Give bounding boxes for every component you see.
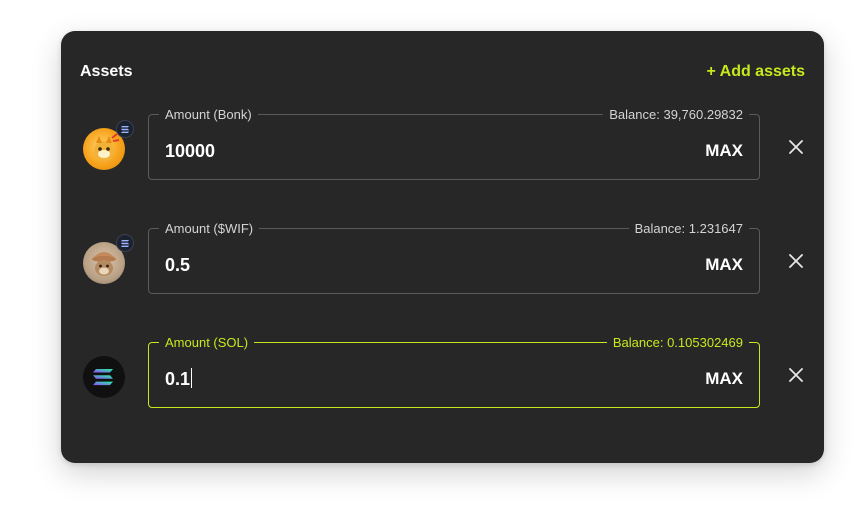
assets-title: Assets	[80, 63, 133, 80]
solana-chain-icon	[116, 120, 134, 138]
balance-wif: Balance: 1.231647	[628, 221, 749, 236]
remove-asset-wif-icon[interactable]	[785, 250, 807, 272]
amount-input-wif[interactable]: 0.5	[165, 253, 190, 277]
remove-asset-bonk-icon[interactable]	[785, 136, 807, 158]
remove-asset-sol-icon[interactable]	[785, 364, 807, 386]
amount-value-sol: 0.1	[165, 369, 191, 389]
amount-label-bonk: Amount (Bonk)	[159, 107, 258, 122]
max-button-bonk[interactable]: MAX	[705, 139, 743, 163]
balance-bonk: Balance: 39,760.29832	[603, 107, 749, 122]
asset-row-sol: Amount (SOL) Balance: 0.105302469 0.1 MA…	[61, 335, 824, 410]
amount-field-sol[interactable]: Amount (SOL) Balance: 0.105302469 0.1 MA…	[148, 335, 760, 408]
asset-row-bonk: Amount (Bonk) Balance: 39,760.29832 1000…	[61, 107, 824, 182]
asset-row-wif: Amount ($WIF) Balance: 1.231647 0.5 MAX	[61, 221, 824, 296]
amount-input-bonk[interactable]: 10000	[165, 139, 215, 163]
amount-label-sol: Amount (SOL)	[159, 335, 255, 350]
amount-label-wif: Amount ($WIF)	[159, 221, 260, 236]
max-button-wif[interactable]: MAX	[705, 253, 743, 277]
text-caret	[191, 368, 193, 388]
assets-header: Assets + Add assets	[80, 61, 805, 83]
add-assets-button[interactable]: + Add assets	[706, 61, 805, 83]
amount-field-wif[interactable]: Amount ($WIF) Balance: 1.231647 0.5 MAX	[148, 221, 760, 294]
solana-chain-icon	[116, 234, 134, 252]
max-button-sol[interactable]: MAX	[705, 367, 743, 391]
assets-card: Assets + Add assets Amount (Bonk) Balanc…	[61, 31, 824, 463]
amount-input-sol[interactable]: 0.1	[165, 367, 193, 391]
amount-field-bonk[interactable]: Amount (Bonk) Balance: 39,760.29832 1000…	[148, 107, 760, 180]
balance-sol: Balance: 0.105302469	[606, 335, 749, 350]
sol-token-icon	[83, 356, 125, 398]
